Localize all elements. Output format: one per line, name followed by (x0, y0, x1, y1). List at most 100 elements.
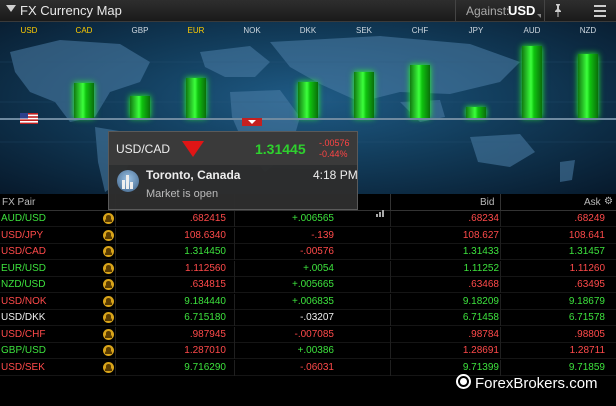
last-cell: 1.112560 (185, 262, 226, 274)
table-row[interactable]: AUD/USD .682415 +.006565 .68234 .68249 (0, 211, 616, 227)
net-change-cell: -.139 (311, 229, 334, 241)
tooltip-city: Toronto, Canada (146, 168, 241, 182)
last-cell: .682415 (189, 213, 226, 224)
currency-label-nok[interactable]: NOK (232, 26, 272, 35)
pair-cell: USD/CAD (1, 246, 47, 257)
currency-bar-chf[interactable] (410, 65, 430, 118)
bid-cell: 9.71399 (462, 361, 499, 373)
tooltip-change-value: -.00576 (319, 138, 350, 148)
currency-label-usd[interactable]: USD (9, 26, 49, 35)
ask-cell: 9.18679 (568, 295, 605, 307)
currency-bar-cad[interactable] (74, 83, 94, 118)
table-row[interactable]: USD/CAD 1.314450 -.00576 1.31433 1.31457 (0, 244, 616, 260)
ask-cell: 9.71859 (568, 361, 605, 373)
window-title: FX Currency Map (20, 3, 122, 18)
pair-tooltip: USD/CAD 1.31445 -.00576 -0.44% Toronto, … (108, 131, 358, 210)
bid-cell: .63468 (468, 279, 499, 290)
trader-icon[interactable] (103, 361, 114, 373)
tooltip-change-pct: -0.44% (319, 149, 348, 159)
table-row[interactable]: NZD/USD .634815 +.005665 .63468 .63495 (0, 277, 616, 293)
against-label: Against: (466, 4, 510, 18)
trader-icon[interactable] (103, 328, 114, 340)
table-row[interactable]: USD/JPY 108.6340 -.139 108.627 108.641 (0, 227, 616, 244)
last-cell: .634815 (189, 279, 226, 290)
currency-label-sek[interactable]: SEK (344, 26, 384, 35)
tooltip-market-status: Market is open (146, 188, 219, 200)
ask-cell: .63495 (574, 279, 605, 290)
ask-cell: .68249 (574, 213, 605, 224)
currency-bar-nzd[interactable] (578, 54, 598, 118)
net-change-cell: -.03207 (300, 312, 334, 323)
currency-label-gbp[interactable]: GBP (120, 26, 160, 35)
net-change-cell: -.007085 (294, 328, 334, 340)
map-baseline (0, 118, 616, 120)
bid-cell: 6.71458 (462, 312, 499, 323)
pin-icon[interactable] (552, 3, 564, 20)
pair-cell: USD/NOK (1, 295, 47, 307)
trader-icon[interactable] (103, 246, 114, 257)
watermark: ForexBrokers.com (456, 374, 598, 392)
bid-cell: 1.11252 (463, 262, 499, 274)
nok-down-marker-icon[interactable] (242, 118, 262, 126)
currency-bar-gbp[interactable] (130, 96, 150, 118)
watermark-text: ForexBrokers.com (475, 375, 598, 392)
against-currency-dropdown[interactable]: Against: USD (455, 0, 545, 21)
bid-cell: 1.31433 (462, 246, 499, 257)
currency-label-aud[interactable]: AUD (512, 26, 552, 35)
table-row[interactable]: GBP/USD 1.287010 +.00386 1.28691 1.28711 (0, 343, 616, 359)
menu-icon[interactable] (590, 2, 612, 19)
bid-cell: 108.627 (462, 229, 499, 241)
net-change-cell: +.0054 (303, 262, 334, 274)
down-arrow-icon (182, 141, 204, 157)
table-row[interactable]: USD/DKK 6.715180 -.03207 6.71458 6.71578 (0, 310, 616, 326)
currency-label-dkk[interactable]: DKK (288, 26, 328, 35)
net-change-cell: +.005665 (292, 279, 334, 290)
pair-cell: EUR/USD (1, 262, 47, 274)
tooltip-time: 4:18 PM (313, 168, 358, 182)
currency-bar-jpy[interactable] (466, 107, 486, 118)
pair-cell: USD/CHF (1, 328, 46, 340)
trader-icon[interactable] (103, 295, 114, 307)
trader-icon[interactable] (103, 279, 114, 290)
col-header-ask[interactable]: Ask (584, 197, 601, 208)
last-cell: 108.6340 (184, 229, 226, 241)
ask-cell: .98805 (574, 328, 605, 340)
pair-cell: USD/DKK (1, 312, 46, 323)
col-header-bid[interactable]: Bid (480, 197, 494, 208)
last-cell: 9.184440 (184, 295, 226, 307)
bid-cell: .68234 (468, 213, 499, 224)
against-value: USD (508, 3, 536, 18)
collapse-arrow-icon[interactable] (6, 5, 16, 12)
currency-label-jpy[interactable]: JPY (456, 26, 496, 35)
trader-icon[interactable] (103, 213, 114, 224)
net-change-cell: +.006835 (292, 295, 334, 307)
ask-cell: 6.71578 (568, 312, 605, 323)
pair-cell: USD/JPY (1, 229, 44, 241)
currency-label-cad[interactable]: CAD (64, 26, 104, 35)
currency-bar-dkk[interactable] (298, 82, 318, 118)
pair-cell: AUD/USD (1, 213, 47, 224)
bid-cell: .98784 (468, 328, 499, 340)
currency-bar-aud[interactable] (522, 46, 542, 118)
col-header-pair[interactable]: FX Pair (2, 197, 35, 208)
ask-cell: 1.31457 (568, 246, 605, 257)
trader-icon[interactable] (103, 345, 114, 356)
currency-bar-sek[interactable] (354, 72, 374, 118)
net-change-cell: +.006565 (292, 213, 334, 224)
currency-label-nzd[interactable]: NZD (568, 26, 608, 35)
table-row[interactable]: EUR/USD 1.112560 +.0054 1.11252 1.11260 (0, 260, 616, 277)
trader-icon[interactable] (103, 262, 114, 274)
gear-icon[interactable]: ⚙ (604, 196, 613, 207)
pair-cell: USD/SEK (1, 361, 45, 373)
net-change-cell: +.00386 (297, 345, 334, 356)
table-row[interactable]: USD/CHF .987945 -.007085 .98784 .98805 (0, 326, 616, 343)
currency-bar-eur[interactable] (186, 78, 206, 118)
ask-cell: 1.11260 (569, 262, 605, 274)
trader-icon[interactable] (103, 229, 114, 241)
ask-cell: 1.28711 (569, 345, 605, 356)
currency-label-chf[interactable]: CHF (400, 26, 440, 35)
currency-label-eur[interactable]: EUR (176, 26, 216, 35)
trader-icon[interactable] (103, 312, 114, 323)
table-row[interactable]: USD/NOK 9.184440 +.006835 9.18209 9.18679 (0, 293, 616, 310)
net-change-cell: -.06031 (300, 361, 334, 373)
